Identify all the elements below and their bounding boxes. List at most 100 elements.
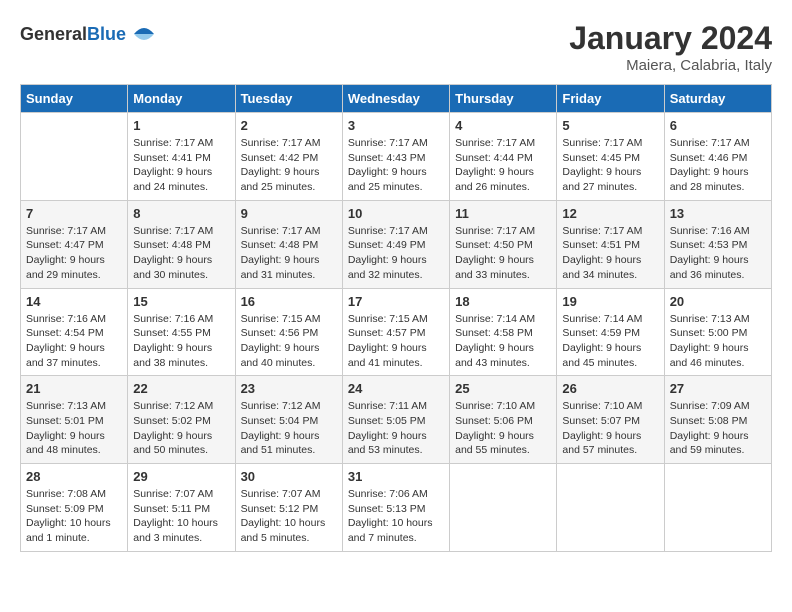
- day-number: 9: [241, 206, 337, 221]
- column-header-saturday: Saturday: [664, 85, 771, 113]
- day-cell: 15 Sunrise: 7:16 AMSunset: 4:55 PMDayligh…: [128, 288, 235, 376]
- day-info: Sunrise: 7:17 AMSunset: 4:45 PMDaylight:…: [562, 136, 658, 195]
- day-cell: 7Sunrise: 7:17 AMSunset: 4:47 PMDaylight…: [21, 200, 128, 288]
- week-row-5: 28 Sunrise: 7:08 AMSunset: 5:09 PMDayligh…: [21, 464, 772, 552]
- day-cell: [21, 113, 128, 201]
- day-info: Sunrise: 7:13 AMSunset: 5:00 PMDaylight:…: [670, 312, 766, 371]
- day-info: Sunrise: 7:17 AMSunset: 4:46 PMDaylight:…: [670, 136, 766, 195]
- day-info: Sunrise: 7:09 AMSunset: 5:08 PMDaylight:…: [670, 399, 766, 458]
- week-row-3: 14 Sunrise: 7:16 AMSunset: 4:54 PMDayligh…: [21, 288, 772, 376]
- week-row-2: 7Sunrise: 7:17 AMSunset: 4:47 PMDaylight…: [21, 200, 772, 288]
- page-header: GeneralBlue January 2024 Maiera, Calabri…: [20, 20, 772, 74]
- title-area: January 2024 Maiera, Calabria, Italy: [569, 20, 772, 74]
- day-number: 17: [348, 294, 444, 309]
- day-cell: 29 Sunrise: 7:07 AMSunset: 5:11 PMDayligh…: [128, 464, 235, 552]
- week-row-4: 21Sunrise: 7:13 AMSunset: 5:01 PMDayligh…: [21, 376, 772, 464]
- day-number: 19: [562, 294, 658, 309]
- day-cell: 18 Sunrise: 7:14 AMSunset: 4:58 PMDayligh…: [450, 288, 557, 376]
- location: Maiera, Calabria, Italy: [569, 57, 772, 74]
- day-info: Sunrise: 7:17 AMSunset: 4:44 PMDaylight:…: [455, 136, 551, 195]
- day-number: 22: [133, 381, 229, 396]
- day-number: 29: [133, 469, 229, 484]
- day-cell: 20 Sunrise: 7:13 AMSunset: 5:00 PMDayligh…: [664, 288, 771, 376]
- day-info: Sunrise: 7:17 AMSunset: 4:43 PMDaylight:…: [348, 136, 444, 195]
- day-info: Sunrise: 7:14 AMSunset: 4:58 PMDaylight:…: [455, 312, 551, 371]
- column-header-friday: Friday: [557, 85, 664, 113]
- day-cell: 10 Sunrise: 7:17 AMSunset: 4:49 PMDayligh…: [342, 200, 449, 288]
- day-cell: 17 Sunrise: 7:15 AMSunset: 4:57 PMDayligh…: [342, 288, 449, 376]
- day-cell: 19 Sunrise: 7:14 AMSunset: 4:59 PMDayligh…: [557, 288, 664, 376]
- day-info: Sunrise: 7:17 AMSunset: 4:41 PMDaylight:…: [133, 136, 229, 195]
- day-info: Sunrise: 7:12 AMSunset: 5:04 PMDaylight:…: [241, 399, 337, 458]
- day-number: 25: [455, 381, 551, 396]
- day-cell: 25 Sunrise: 7:10 AMSunset: 5:06 PMDayligh…: [450, 376, 557, 464]
- day-number: 5: [562, 118, 658, 133]
- day-number: 13: [670, 206, 766, 221]
- month-year: January 2024: [569, 20, 772, 57]
- day-number: 20: [670, 294, 766, 309]
- day-cell: 12 Sunrise: 7:17 AMSunset: 4:51 PMDayligh…: [557, 200, 664, 288]
- column-header-monday: Monday: [128, 85, 235, 113]
- day-info: Sunrise: 7:11 AMSunset: 5:05 PMDaylight:…: [348, 399, 444, 458]
- day-number: 24: [348, 381, 444, 396]
- day-cell: 6Sunrise: 7:17 AMSunset: 4:46 PMDaylight…: [664, 113, 771, 201]
- day-info: Sunrise: 7:07 AMSunset: 5:11 PMDaylight:…: [133, 487, 229, 546]
- column-header-sunday: Sunday: [21, 85, 128, 113]
- logo-blue: Blue: [87, 24, 126, 44]
- day-number: 27: [670, 381, 766, 396]
- column-header-wednesday: Wednesday: [342, 85, 449, 113]
- day-number: 8: [133, 206, 229, 221]
- day-number: 2: [241, 118, 337, 133]
- day-number: 12: [562, 206, 658, 221]
- day-info: Sunrise: 7:16 AMSunset: 4:53 PMDaylight:…: [670, 224, 766, 283]
- day-cell: 3Sunrise: 7:17 AMSunset: 4:43 PMDaylight…: [342, 113, 449, 201]
- day-number: 21: [26, 381, 122, 396]
- day-cell: [450, 464, 557, 552]
- calendar-table: SundayMondayTuesdayWednesdayThursdayFrid…: [20, 84, 772, 552]
- week-row-1: 1Sunrise: 7:17 AMSunset: 4:41 PMDaylight…: [21, 113, 772, 201]
- day-info: Sunrise: 7:17 AMSunset: 4:48 PMDaylight:…: [133, 224, 229, 283]
- day-info: Sunrise: 7:08 AMSunset: 5:09 PMDaylight:…: [26, 487, 122, 546]
- day-info: Sunrise: 7:15 AMSunset: 4:56 PMDaylight:…: [241, 312, 337, 371]
- day-cell: 21Sunrise: 7:13 AMSunset: 5:01 PMDayligh…: [21, 376, 128, 464]
- day-cell: 31 Sunrise: 7:06 AMSunset: 5:13 PMDayligh…: [342, 464, 449, 552]
- day-number: 14: [26, 294, 122, 309]
- day-info: Sunrise: 7:16 AMSunset: 4:55 PMDaylight:…: [133, 312, 229, 371]
- day-number: 10: [348, 206, 444, 221]
- day-number: 28: [26, 469, 122, 484]
- day-number: 26: [562, 381, 658, 396]
- day-info: Sunrise: 7:17 AMSunset: 4:50 PMDaylight:…: [455, 224, 551, 283]
- day-cell: 11 Sunrise: 7:17 AMSunset: 4:50 PMDayligh…: [450, 200, 557, 288]
- column-header-tuesday: Tuesday: [235, 85, 342, 113]
- day-number: 18: [455, 294, 551, 309]
- logo-general: General: [20, 24, 87, 44]
- day-number: 4: [455, 118, 551, 133]
- day-info: Sunrise: 7:12 AMSunset: 5:02 PMDaylight:…: [133, 399, 229, 458]
- day-number: 30: [241, 469, 337, 484]
- day-number: 23: [241, 381, 337, 396]
- day-info: Sunrise: 7:15 AMSunset: 4:57 PMDaylight:…: [348, 312, 444, 371]
- day-cell: 28 Sunrise: 7:08 AMSunset: 5:09 PMDayligh…: [21, 464, 128, 552]
- logo: GeneralBlue: [20, 20, 158, 48]
- day-info: Sunrise: 7:14 AMSunset: 4:59 PMDaylight:…: [562, 312, 658, 371]
- day-info: Sunrise: 7:10 AMSunset: 5:07 PMDaylight:…: [562, 399, 658, 458]
- day-cell: 16Sunrise: 7:15 AMSunset: 4:56 PMDayligh…: [235, 288, 342, 376]
- day-info: Sunrise: 7:10 AMSunset: 5:06 PMDaylight:…: [455, 399, 551, 458]
- day-info: Sunrise: 7:17 AMSunset: 4:49 PMDaylight:…: [348, 224, 444, 283]
- day-info: Sunrise: 7:16 AMSunset: 4:54 PMDaylight:…: [26, 312, 122, 371]
- day-cell: 22 Sunrise: 7:12 AMSunset: 5:02 PMDayligh…: [128, 376, 235, 464]
- day-cell: 5 Sunrise: 7:17 AMSunset: 4:45 PMDaylight…: [557, 113, 664, 201]
- day-info: Sunrise: 7:17 AMSunset: 4:42 PMDaylight:…: [241, 136, 337, 195]
- day-cell: 14 Sunrise: 7:16 AMSunset: 4:54 PMDayligh…: [21, 288, 128, 376]
- day-cell: [664, 464, 771, 552]
- day-info: Sunrise: 7:06 AMSunset: 5:13 PMDaylight:…: [348, 487, 444, 546]
- day-number: 15: [133, 294, 229, 309]
- day-cell: 24 Sunrise: 7:11 AMSunset: 5:05 PMDayligh…: [342, 376, 449, 464]
- header-row: SundayMondayTuesdayWednesdayThursdayFrid…: [21, 85, 772, 113]
- day-number: 31: [348, 469, 444, 484]
- day-cell: [557, 464, 664, 552]
- day-number: 7: [26, 206, 122, 221]
- day-info: Sunrise: 7:17 AMSunset: 4:51 PMDaylight:…: [562, 224, 658, 283]
- day-number: 11: [455, 206, 551, 221]
- day-cell: 8 Sunrise: 7:17 AMSunset: 4:48 PMDaylight…: [128, 200, 235, 288]
